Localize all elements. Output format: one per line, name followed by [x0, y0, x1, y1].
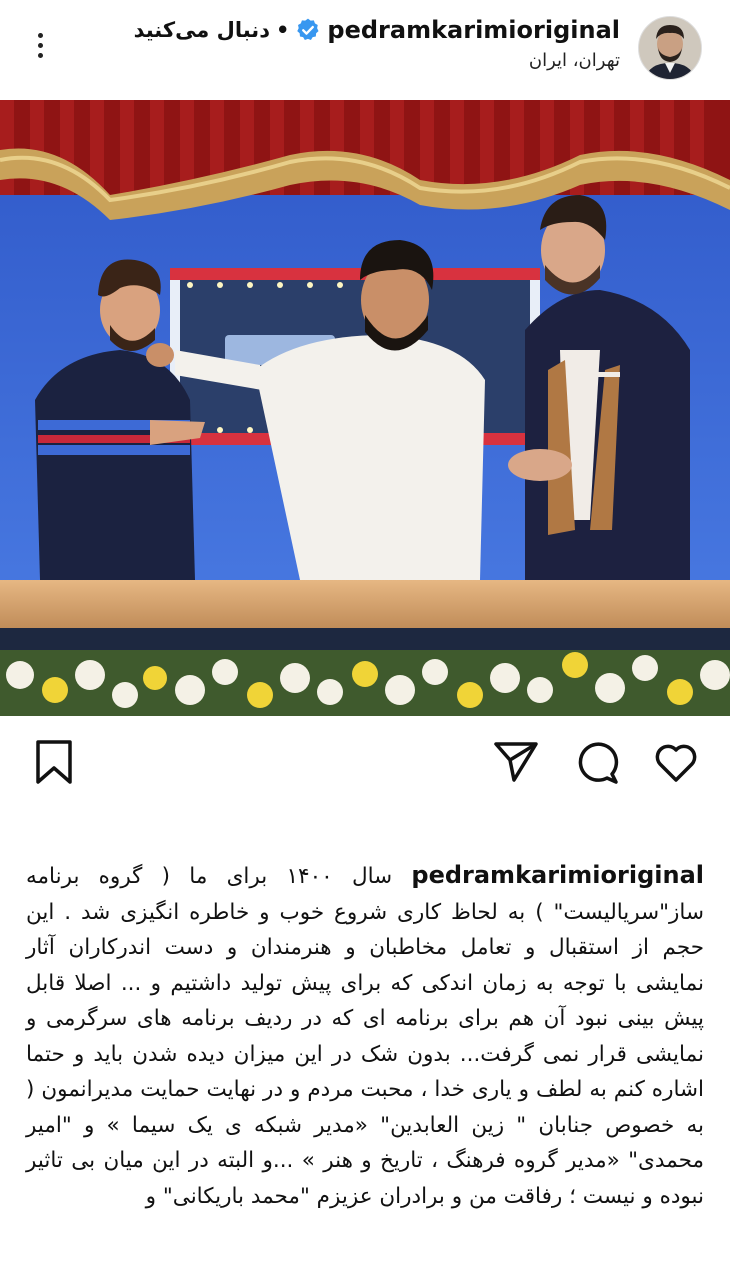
post-photo[interactable]	[0, 100, 730, 716]
header-username[interactable]: pedramkarimioriginal	[327, 16, 620, 44]
caption-text: سال ۱۴۰۰ برای ما ( گروه برنامه ساز"سریال…	[26, 864, 704, 1209]
verified-badge-icon	[297, 18, 319, 40]
profile-avatar[interactable]	[638, 16, 702, 80]
separator-dot: •	[275, 18, 290, 42]
post-photo-image	[0, 100, 730, 716]
header-line: دنبال می‌کنید • pedramkarimioriginal	[134, 16, 620, 44]
caption-username[interactable]: pedramkarimioriginal	[411, 861, 704, 889]
more-options-icon[interactable]	[30, 28, 50, 68]
post-header: دنبال می‌کنید • pedramkarimioriginal تهر…	[0, 0, 730, 96]
following-label[interactable]: دنبال می‌کنید	[134, 18, 270, 42]
header-text: دنبال می‌کنید • pedramkarimioriginal تهر…	[134, 16, 620, 71]
post-action-bar	[0, 716, 730, 816]
comment-icon[interactable]	[572, 738, 620, 786]
avatar-image	[639, 17, 701, 79]
bookmark-icon[interactable]	[30, 738, 78, 786]
send-icon[interactable]	[492, 738, 540, 786]
post-location[interactable]: تهران، ایران	[134, 50, 620, 71]
post-caption: pedramkarimioriginal سال ۱۴۰۰ برای ما ( …	[26, 858, 704, 1214]
heart-icon[interactable]	[652, 738, 700, 786]
